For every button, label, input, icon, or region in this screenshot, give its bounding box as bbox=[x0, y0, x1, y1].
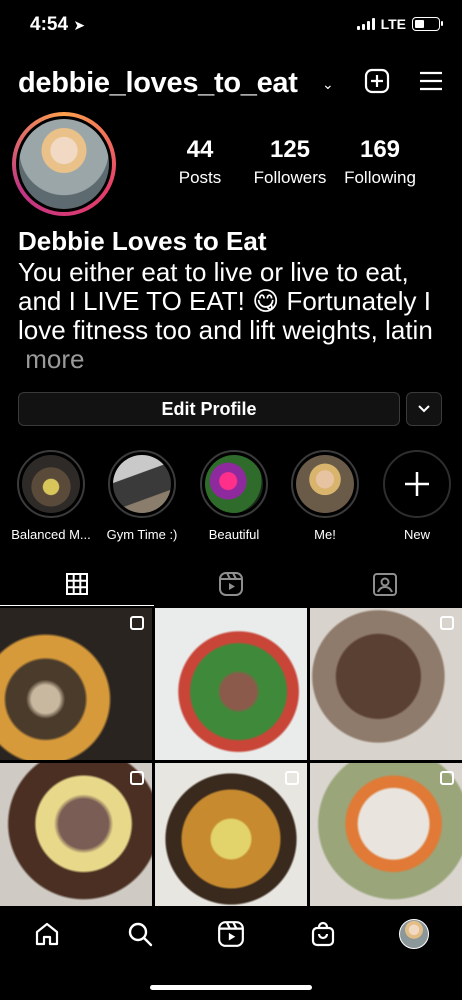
home-indicator bbox=[150, 985, 312, 990]
post-thumbnail[interactable] bbox=[310, 608, 462, 760]
chevron-down-icon[interactable]: ⌄ bbox=[322, 76, 334, 93]
multiple-posts-icon bbox=[285, 771, 299, 785]
bio-text: You either eat to live or live to eat, a… bbox=[18, 258, 448, 374]
active-tab-indicator bbox=[0, 605, 154, 606]
multiple-posts-icon bbox=[440, 771, 454, 785]
following-label: Following bbox=[344, 168, 416, 187]
profile-avatar-icon[interactable] bbox=[398, 918, 430, 950]
highlight-label: Me! bbox=[314, 527, 336, 542]
highlight-label: New bbox=[403, 527, 430, 542]
following-stat[interactable]: 169 Following bbox=[336, 136, 424, 188]
discover-people-button[interactable] bbox=[406, 392, 442, 426]
highlight-label: Beautiful bbox=[208, 527, 260, 542]
multiple-posts-icon bbox=[130, 771, 144, 785]
status-time: 4:54 ➤ bbox=[30, 14, 85, 36]
battery-icon bbox=[412, 17, 443, 31]
highlight-label: Balanced M... bbox=[11, 527, 91, 542]
plus-icon bbox=[405, 472, 429, 496]
create-post-icon[interactable] bbox=[362, 66, 392, 96]
highlight-beautiful[interactable]: Beautiful bbox=[189, 450, 279, 542]
followers-label: Followers bbox=[253, 168, 327, 187]
bio-more-link[interactable]: more bbox=[25, 344, 84, 374]
profile-avatar[interactable] bbox=[12, 112, 116, 216]
followers-count: 125 bbox=[269, 136, 311, 163]
network-type: LTE bbox=[380, 16, 406, 32]
profile-username[interactable]: debbie_loves_to_eat bbox=[18, 67, 298, 100]
multiple-posts-icon bbox=[130, 616, 144, 630]
post-thumbnail[interactable] bbox=[155, 763, 307, 915]
cellular-signal-icon bbox=[356, 18, 375, 30]
status-indicators: LTE bbox=[356, 16, 443, 32]
status-time-text: 4:54 bbox=[30, 14, 69, 35]
reels-tab[interactable] bbox=[217, 570, 245, 598]
highlight-me[interactable]: Me! bbox=[280, 450, 370, 542]
reels-nav-icon[interactable] bbox=[215, 918, 247, 950]
location-arrow-icon: ➤ bbox=[73, 17, 86, 33]
chevron-down-icon bbox=[418, 405, 430, 413]
bio-body: You either eat to live or live to eat, a… bbox=[18, 257, 433, 345]
highlight-gym[interactable]: Gym Time :) bbox=[97, 450, 187, 542]
post-thumbnail[interactable] bbox=[310, 763, 462, 915]
highlight-balanced[interactable]: Balanced M... bbox=[6, 450, 96, 542]
grid-tab[interactable] bbox=[63, 570, 91, 598]
post-thumbnail[interactable] bbox=[0, 608, 152, 760]
menu-icon[interactable] bbox=[416, 66, 446, 96]
tagged-tab[interactable] bbox=[371, 570, 399, 598]
search-icon[interactable] bbox=[124, 918, 156, 950]
post-thumbnail[interactable] bbox=[155, 608, 307, 760]
followers-stat[interactable]: 125 Followers bbox=[245, 136, 335, 188]
multiple-posts-icon bbox=[440, 616, 454, 630]
following-count: 169 bbox=[359, 136, 401, 163]
highlight-new[interactable]: New bbox=[372, 450, 462, 542]
posts-label: Posts bbox=[178, 168, 222, 187]
reels-icon bbox=[219, 572, 243, 596]
grid-icon bbox=[66, 573, 88, 595]
avatar-photo bbox=[19, 119, 109, 209]
posts-count: 44 bbox=[186, 136, 214, 163]
shop-icon[interactable] bbox=[307, 918, 339, 950]
home-icon[interactable] bbox=[31, 918, 63, 950]
highlight-label: Gym Time :) bbox=[106, 527, 178, 542]
post-thumbnail[interactable] bbox=[0, 763, 152, 915]
bio-name: Debbie Loves to Eat bbox=[18, 226, 267, 256]
edit-profile-button[interactable]: Edit Profile bbox=[18, 392, 400, 426]
tagged-icon bbox=[373, 573, 397, 596]
posts-stat[interactable]: 44 Posts bbox=[160, 136, 240, 188]
